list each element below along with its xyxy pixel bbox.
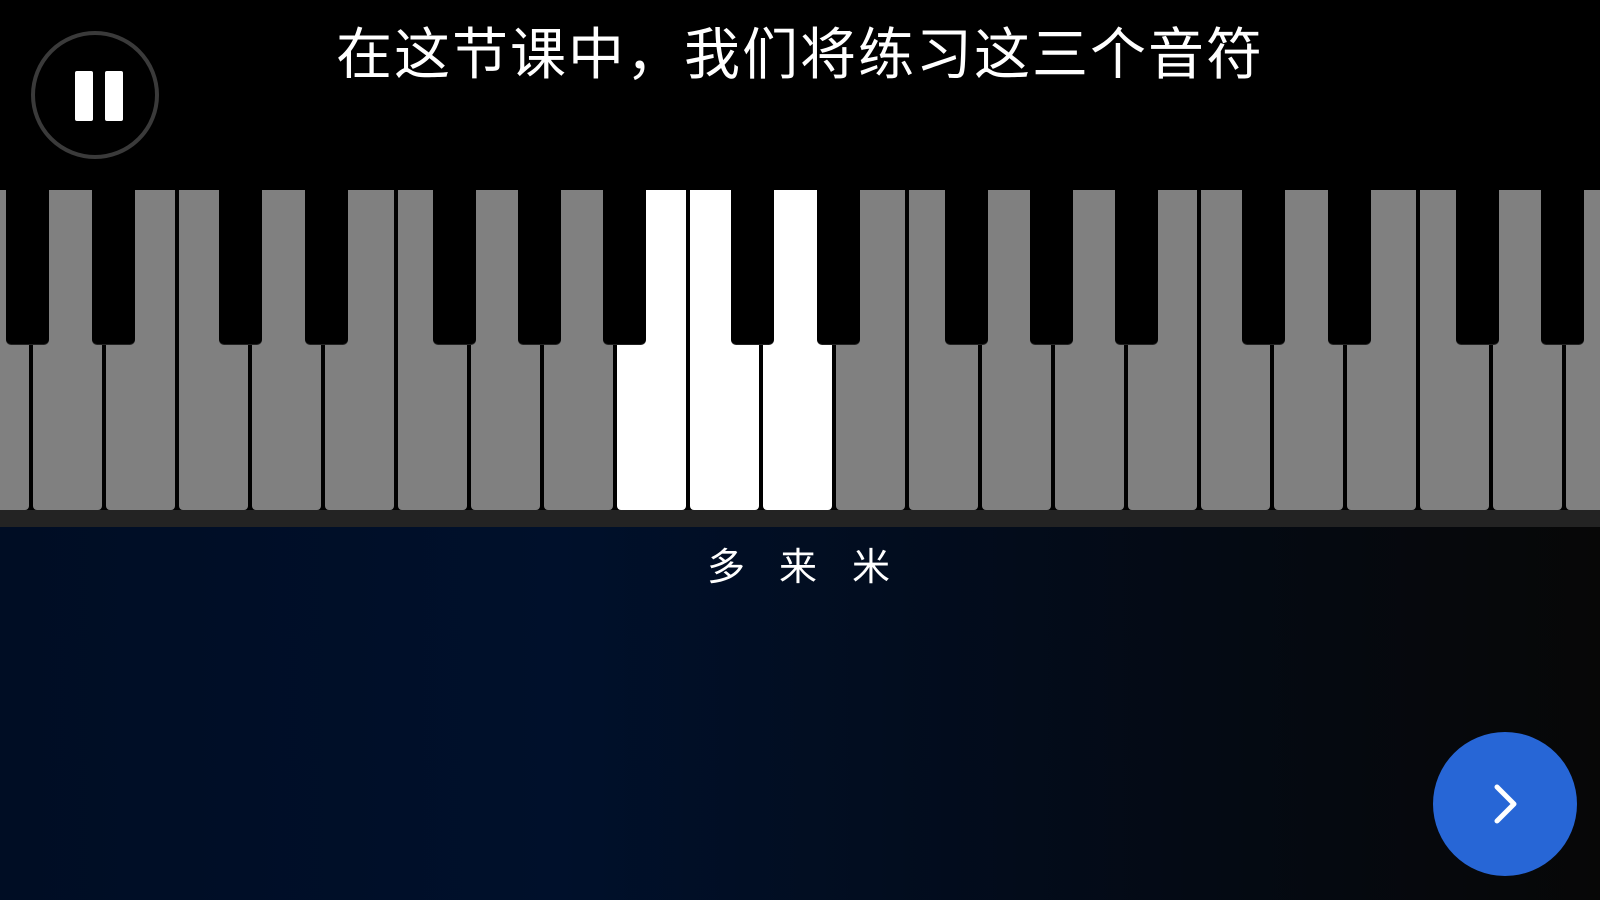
piano-black-key[interactable]: [92, 190, 135, 344]
lesson-screen: 在这节课中，我们将练习这三个音符 多 来 米: [0, 0, 1600, 900]
piano-keyboard: [0, 190, 1600, 510]
piano-black-key[interactable]: [219, 190, 262, 344]
piano-black-key[interactable]: [6, 190, 49, 344]
lesson-instruction: 在这节课中，我们将练习这三个音符: [336, 23, 1264, 88]
piano-black-key[interactable]: [1328, 190, 1371, 344]
piano-black-key[interactable]: [1115, 190, 1158, 344]
chevron-right-icon: [1494, 784, 1517, 824]
piano-black-key[interactable]: [1030, 190, 1073, 344]
piano-black-key[interactable]: [1541, 190, 1584, 344]
piano-black-key[interactable]: [433, 190, 476, 344]
piano-black-key[interactable]: [731, 190, 774, 344]
keyboard-rail: [0, 510, 1600, 527]
note-label-re: 来: [778, 545, 817, 589]
next-button[interactable]: [1433, 732, 1577, 876]
piano-black-key[interactable]: [603, 190, 646, 344]
piano-black-key[interactable]: [817, 190, 860, 344]
piano-black-key[interactable]: [945, 190, 988, 344]
piano-black-key[interactable]: [1456, 190, 1499, 344]
pause-bar-left: [75, 71, 93, 121]
piano-black-key[interactable]: [518, 190, 561, 344]
pause-button[interactable]: [31, 31, 159, 159]
pause-icon: [71, 71, 123, 121]
note-label-mi: 米: [851, 545, 890, 589]
piano-black-key[interactable]: [1242, 190, 1285, 344]
piano-black-key[interactable]: [305, 190, 348, 344]
pause-bar-right: [105, 71, 123, 121]
note-label-do: 多: [706, 545, 745, 589]
